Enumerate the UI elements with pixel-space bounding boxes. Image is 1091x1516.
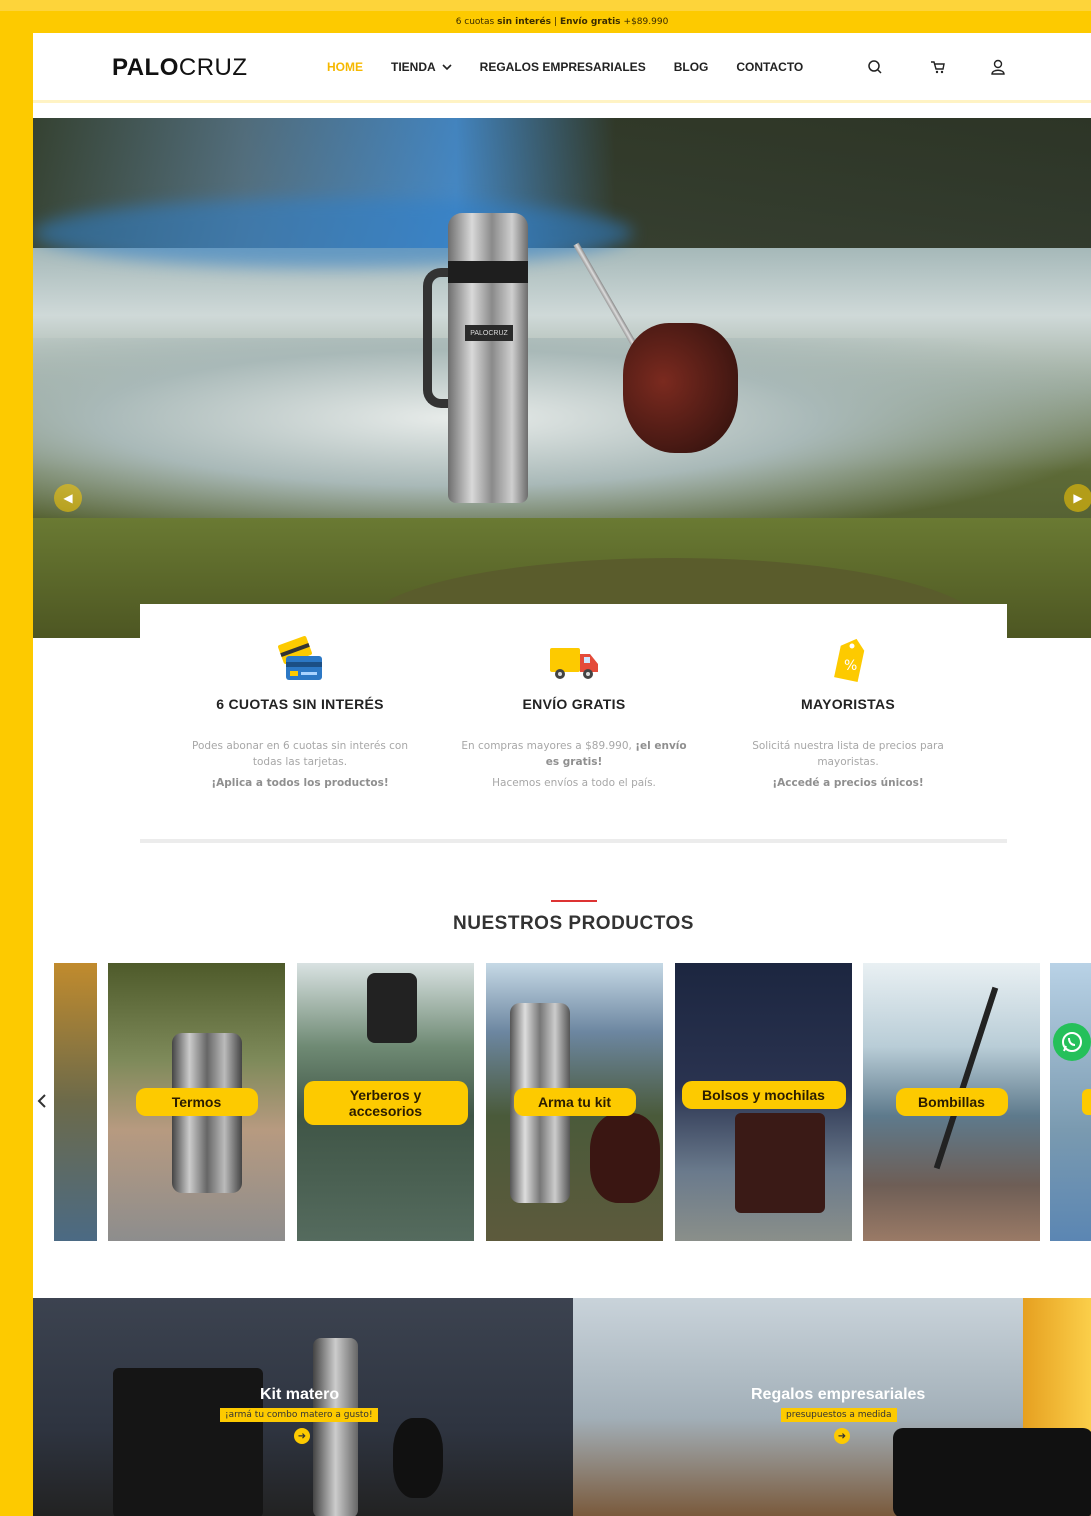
section-divider <box>140 839 1007 843</box>
nav-regalos-label: REGALOS EMPRESARIALES <box>479 60 646 74</box>
feature-envio-highlight: Hacemos envíos a todo el país. <box>492 777 656 789</box>
promo-kit-case-image <box>113 1368 263 1516</box>
nav-blog-label: BLOG <box>673 60 709 74</box>
hero-prev-button[interactable]: ◀ <box>54 484 82 512</box>
topbar-text-1: 6 cuotas <box>455 17 495 27</box>
product-card-bombillas[interactable]: Bombillas <box>863 963 1040 1241</box>
thermos-image: PALOCRUZ <box>448 213 528 503</box>
promo-kit-subtitle: ¡armá tu combo matero a gusto! <box>220 1408 378 1422</box>
features-panel: 6 CUOTAS SIN INTERÉS Podes abonar en 6 c… <box>140 604 1007 844</box>
products-title: NUESTROS PRODUCTOS <box>453 913 694 934</box>
carousel-prev-button[interactable] <box>36 1091 48 1115</box>
feature-mayoristas: % MAYORISTAS Solicitá nuestra lista de p… <box>718 634 978 791</box>
main-nav: HOME TIENDA REGALOS EMPRESARIALES BLOG C… <box>327 60 831 74</box>
product-yerbero-image <box>367 973 417 1043</box>
nav-tienda-label: TIENDA <box>391 60 436 74</box>
topbar-sep: | <box>553 17 557 27</box>
partial-pill <box>1082 1089 1091 1115</box>
nav-blog[interactable]: BLOG <box>674 60 709 74</box>
product-card-partial-left[interactable] <box>54 963 97 1241</box>
logo-bold: PALO <box>112 54 179 81</box>
product-pill-bolsos: Bolsos y mochilas <box>681 1081 846 1109</box>
promo-kit-thermos-image <box>313 1338 358 1516</box>
promo-regalos-title: Regalos empresariales <box>751 1386 926 1403</box>
hero-next-button[interactable]: ▶ <box>1064 484 1091 512</box>
arrow-right-icon: ➜ <box>297 1430 307 1442</box>
nav-home[interactable]: HOME <box>327 60 363 74</box>
title-accent-line <box>551 900 597 902</box>
hero-slider: PALOCRUZ ◀ ▶ <box>33 118 1091 638</box>
feature-cuotas-text: Podes abonar en 6 cuotas sin interés con… <box>192 740 408 768</box>
logo[interactable]: PALOCRUZ <box>112 54 248 82</box>
feature-mayoristas-title: MAYORISTAS <box>800 696 895 712</box>
product-card-partial-right[interactable] <box>1050 963 1091 1241</box>
chevron-down-icon <box>442 64 452 71</box>
product-pill-termos: Termos <box>135 1088 258 1116</box>
product-pill-arma-tu-kit: Arma tu kit <box>513 1088 636 1116</box>
cart-icon[interactable] <box>929 58 947 80</box>
chevron-left-icon <box>37 1094 46 1108</box>
site-header: PALOCRUZ HOME TIENDA REGALOS EMPRESARIAL… <box>33 33 1091 103</box>
products-carousel: Termos Yerberos y accesorios Arma tu kit… <box>0 963 1091 1243</box>
feature-mayoristas-text: Solicitá nuestra lista de precios para m… <box>752 740 944 768</box>
feature-cuotas-title: 6 CUOTAS SIN INTERÉS <box>216 696 384 712</box>
left-accent-bar <box>0 0 33 1516</box>
search-icon[interactable] <box>866 58 884 80</box>
product-bolso-image <box>735 1113 825 1213</box>
logo-light: CRUZ <box>178 54 248 81</box>
product-card-yerberos[interactable]: Yerberos y accesorios <box>297 963 474 1241</box>
hero-lake <box>33 198 633 268</box>
product-pill-bombillas: Bombillas <box>895 1088 1008 1116</box>
user-icon[interactable] <box>989 58 1007 80</box>
mate-gourd-image <box>623 323 738 453</box>
feature-cuotas-highlight: ¡Aplica a todos los productos! <box>211 777 389 789</box>
feature-mayoristas-highlight: ¡Accedé a precios únicos! <box>772 777 924 789</box>
credit-card-icon <box>170 634 430 686</box>
topbar-text-2: sin interés <box>497 17 551 27</box>
whatsapp-button[interactable] <box>1053 1023 1091 1061</box>
feature-envio-title: ENVÍO GRATIS <box>522 696 626 712</box>
nav-contacto-label: CONTACTO <box>736 60 804 74</box>
product-card-bolsos[interactable]: Bolsos y mochilas <box>675 963 852 1241</box>
promo-regalos-cups-image <box>893 1428 1091 1516</box>
product-pill-yerberos: Yerberos y accesorios <box>303 1081 468 1125</box>
svg-text:%: % <box>844 658 857 674</box>
promo-kit-mate-image <box>393 1418 443 1498</box>
promo-topbar: 6 cuotas sin interés | Envío gratis +$89… <box>33 11 1091 33</box>
topbar-text-4: +$89.990 <box>623 17 669 27</box>
nav-contacto[interactable]: CONTACTO <box>736 60 803 74</box>
promo-kit-arrow-button[interactable]: ➜ <box>294 1428 310 1444</box>
product-card-termos[interactable]: Termos <box>108 963 285 1241</box>
arrow-right-icon: ➜ <box>837 1430 847 1442</box>
price-tag-icon: % <box>718 634 978 686</box>
promo-regalos-empresariales[interactable]: Regalos empresariales presupuestos a med… <box>573 1298 1091 1516</box>
promo-kit-title: Kit matero <box>260 1386 340 1403</box>
feature-cuotas: 6 CUOTAS SIN INTERÉS Podes abonar en 6 c… <box>170 634 430 791</box>
topbar-text-3: Envío gratis <box>560 17 621 27</box>
chevron-left-icon: ◀ <box>63 491 73 505</box>
truck-icon <box>444 634 704 686</box>
product-kit-mate-image <box>590 1113 660 1203</box>
feature-envio-text: En compras mayores a $89.990, ¡el envío … <box>461 740 687 768</box>
nav-tienda[interactable]: TIENDA <box>391 60 452 74</box>
promo-regalos-arrow-button[interactable]: ➜ <box>834 1428 850 1444</box>
chevron-right-icon: ▶ <box>1073 491 1083 505</box>
bombilla-image <box>573 242 639 350</box>
hero-river <box>33 338 1091 538</box>
whatsapp-icon <box>1062 1032 1082 1052</box>
promo-regalos-subtitle: presupuestos a medida <box>781 1408 897 1422</box>
product-bombilla-image <box>933 986 999 1170</box>
product-card-arma-tu-kit[interactable]: Arma tu kit <box>486 963 663 1241</box>
top-strip <box>0 0 1091 11</box>
thermos-label: PALOCRUZ <box>465 325 513 341</box>
feature-envio: ENVÍO GRATIS En compras mayores a $89.99… <box>444 634 704 791</box>
nav-regalos-empresariales[interactable]: REGALOS EMPRESARIALES <box>480 60 646 74</box>
promo-kit-matero[interactable]: Kit matero ¡armá tu combo matero a gusto… <box>33 1298 573 1516</box>
nav-home-label: HOME <box>327 60 363 74</box>
